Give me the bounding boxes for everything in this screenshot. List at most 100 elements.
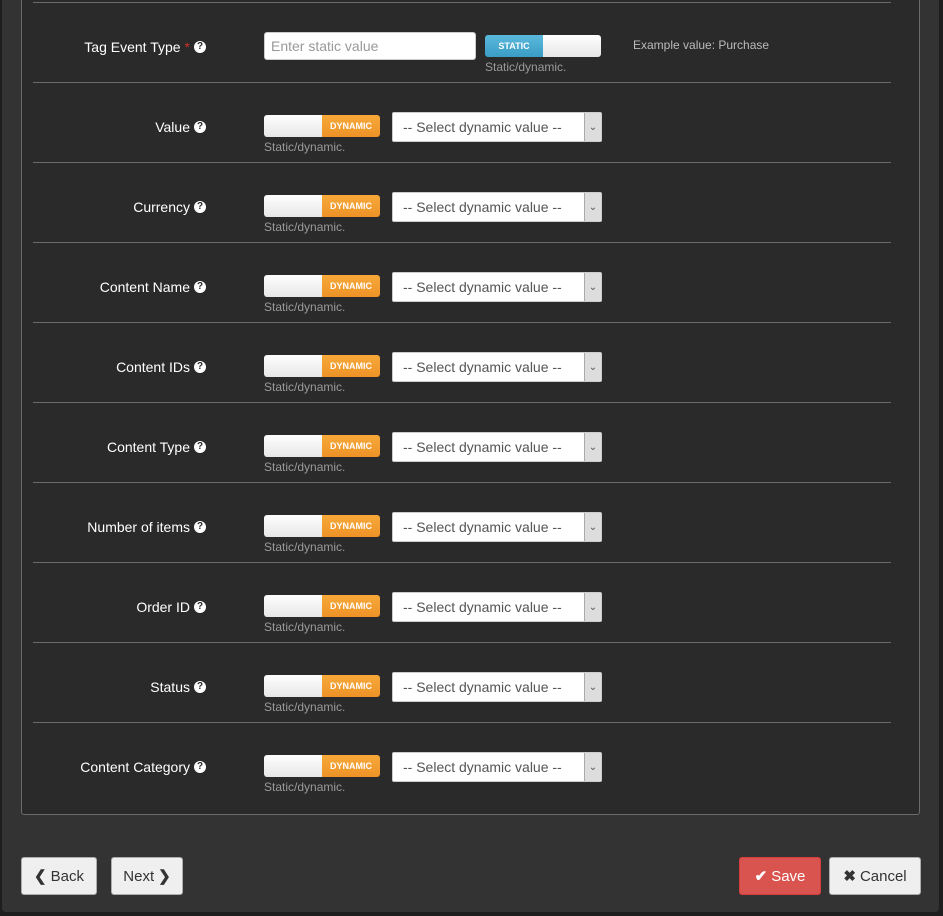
field-label-text: Order ID <box>136 599 190 615</box>
field-help-text: Static/dynamic. <box>264 380 346 394</box>
toggle-knob[interactable] <box>264 115 322 137</box>
field-help-text: Static/dynamic. <box>264 460 346 474</box>
toggle-knob[interactable] <box>264 355 322 377</box>
save-button[interactable]: ✔ Save <box>739 857 821 895</box>
field-label-text: Status <box>150 679 190 695</box>
form-row: Content Name? DYNAMIC Static/dynamic. -- Se… <box>33 242 891 323</box>
toggle-knob[interactable] <box>264 275 322 297</box>
field-help-text: Static/dynamic. <box>264 780 346 794</box>
cancel-button[interactable]: ✖ Cancel <box>829 857 921 895</box>
toggle-state-label: STATIC <box>485 35 543 57</box>
form-row: Content Type? DYNAMIC Static/dynamic. -- Se… <box>33 402 891 483</box>
field-label: Currency? <box>133 199 206 215</box>
check-icon: ✔ <box>754 868 768 885</box>
question-circle-icon[interactable]: ? <box>194 121 206 133</box>
toggle-state-label: DYNAMIC <box>322 675 380 697</box>
question-circle-icon[interactable]: ? <box>194 281 206 293</box>
dynamic-value-select[interactable]: -- Select dynamic value -- ⌄ <box>392 352 602 382</box>
toggle-state-label: DYNAMIC <box>322 195 380 217</box>
field-help-text: Static/dynamic. <box>485 60 567 74</box>
static-dynamic-toggle[interactable]: DYNAMIC <box>264 275 380 297</box>
field-label-text: Content Category <box>80 759 190 775</box>
toggle-state-label: DYNAMIC <box>322 435 380 457</box>
static-dynamic-toggle[interactable]: STATIC <box>485 35 601 57</box>
field-label: Status? <box>150 679 206 695</box>
tag-settings-panel: Tag Event Type*? STATIC Static/dynamic. Exa… <box>21 0 920 815</box>
question-circle-icon[interactable]: ? <box>194 201 206 213</box>
static-dynamic-toggle[interactable]: DYNAMIC <box>264 195 380 217</box>
question-circle-icon[interactable]: ? <box>194 41 206 53</box>
toggle-knob[interactable] <box>264 515 322 537</box>
cancel-label: Cancel <box>859 867 907 885</box>
toggle-state-label: DYNAMIC <box>322 355 380 377</box>
dynamic-value-select[interactable]: -- Select dynamic value -- ⌄ <box>392 592 602 622</box>
field-label: Content Name? <box>100 279 206 295</box>
dynamic-value-select[interactable]: -- Select dynamic value -- ⌄ <box>392 752 602 782</box>
field-label-text: Value <box>155 119 190 135</box>
form-row: Order ID? DYNAMIC Static/dynamic. -- Select… <box>33 562 891 643</box>
static-dynamic-toggle[interactable]: DYNAMIC <box>264 435 380 457</box>
question-circle-icon[interactable]: ? <box>194 601 206 613</box>
chevron-down-icon[interactable]: ⌄ <box>584 193 601 221</box>
select-value: -- Select dynamic value -- <box>403 759 562 775</box>
static-value-input[interactable] <box>264 32 476 60</box>
chevron-down-icon[interactable]: ⌄ <box>584 353 601 381</box>
chevron-down-icon[interactable]: ⌄ <box>584 513 601 541</box>
toggle-state-label: DYNAMIC <box>322 275 380 297</box>
question-circle-icon[interactable]: ? <box>194 441 206 453</box>
toggle-knob[interactable] <box>264 595 322 617</box>
toggle-knob[interactable] <box>264 675 322 697</box>
form-row: Status? DYNAMIC Static/dynamic. -- Select d… <box>33 642 891 723</box>
question-circle-icon[interactable]: ? <box>194 521 206 533</box>
toggle-knob[interactable] <box>264 435 322 457</box>
field-label: Content Category? <box>80 759 206 775</box>
chevron-down-icon[interactable]: ⌄ <box>584 593 601 621</box>
toggle-knob[interactable] <box>543 35 601 57</box>
back-button[interactable]: ❮ Back <box>21 857 97 895</box>
select-value: -- Select dynamic value -- <box>403 679 562 695</box>
question-circle-icon[interactable]: ? <box>194 361 206 373</box>
dynamic-value-select[interactable]: -- Select dynamic value -- ⌄ <box>392 512 602 542</box>
question-circle-icon[interactable]: ? <box>194 761 206 773</box>
static-dynamic-toggle[interactable]: DYNAMIC <box>264 355 380 377</box>
question-circle-icon[interactable]: ? <box>194 681 206 693</box>
static-dynamic-toggle[interactable]: DYNAMIC <box>264 595 380 617</box>
field-label-text: Currency <box>133 199 190 215</box>
dynamic-value-select[interactable]: -- Select dynamic value -- ⌄ <box>392 192 602 222</box>
toggle-knob[interactable] <box>264 755 322 777</box>
chevron-right-icon: ❯ <box>158 868 171 885</box>
chevron-down-icon[interactable]: ⌄ <box>584 753 601 781</box>
toggle-state-label: DYNAMIC <box>322 515 380 537</box>
select-value: -- Select dynamic value -- <box>403 199 562 215</box>
select-value: -- Select dynamic value -- <box>403 119 562 135</box>
form-row: Content IDs? DYNAMIC Static/dynamic. -- Sel… <box>33 322 891 403</box>
static-dynamic-toggle[interactable]: DYNAMIC <box>264 755 380 777</box>
field-help-text: Static/dynamic. <box>264 220 346 234</box>
next-label: Next <box>123 867 155 885</box>
next-button[interactable]: Next ❯ <box>111 857 183 895</box>
dynamic-value-select[interactable]: -- Select dynamic value -- ⌄ <box>392 272 602 302</box>
select-value: -- Select dynamic value -- <box>403 439 562 455</box>
static-dynamic-toggle[interactable]: DYNAMIC <box>264 515 380 537</box>
toggle-state-label: DYNAMIC <box>322 115 380 137</box>
dynamic-value-select[interactable]: -- Select dynamic value -- ⌄ <box>392 432 602 462</box>
field-help-text: Static/dynamic. <box>264 300 346 314</box>
select-value: -- Select dynamic value -- <box>403 279 562 295</box>
chevron-down-icon[interactable]: ⌄ <box>584 113 601 141</box>
form-row: Currency? DYNAMIC Static/dynamic. -- Select… <box>33 162 891 243</box>
toggle-knob[interactable] <box>264 195 322 217</box>
chevron-down-icon[interactable]: ⌄ <box>584 433 601 461</box>
field-label: Tag Event Type *? <box>84 39 206 55</box>
form-row: Tag Event Type*? STATIC Static/dynamic. Exa… <box>33 2 891 83</box>
static-dynamic-toggle[interactable]: DYNAMIC <box>264 115 380 137</box>
save-label: Save <box>771 867 806 885</box>
chevron-down-icon[interactable]: ⌄ <box>584 673 601 701</box>
dynamic-value-select[interactable]: -- Select dynamic value -- ⌄ <box>392 672 602 702</box>
dynamic-value-select[interactable]: -- Select dynamic value -- ⌄ <box>392 112 602 142</box>
modal: Tag Event Type*? STATIC Static/dynamic. Exa… <box>2 0 939 912</box>
static-dynamic-toggle[interactable]: DYNAMIC <box>264 675 380 697</box>
field-label-text: Content Type <box>106 439 190 455</box>
chevron-down-icon[interactable]: ⌄ <box>584 273 601 301</box>
field-label: Content IDs? <box>116 359 206 375</box>
required-marker: * <box>184 39 190 55</box>
